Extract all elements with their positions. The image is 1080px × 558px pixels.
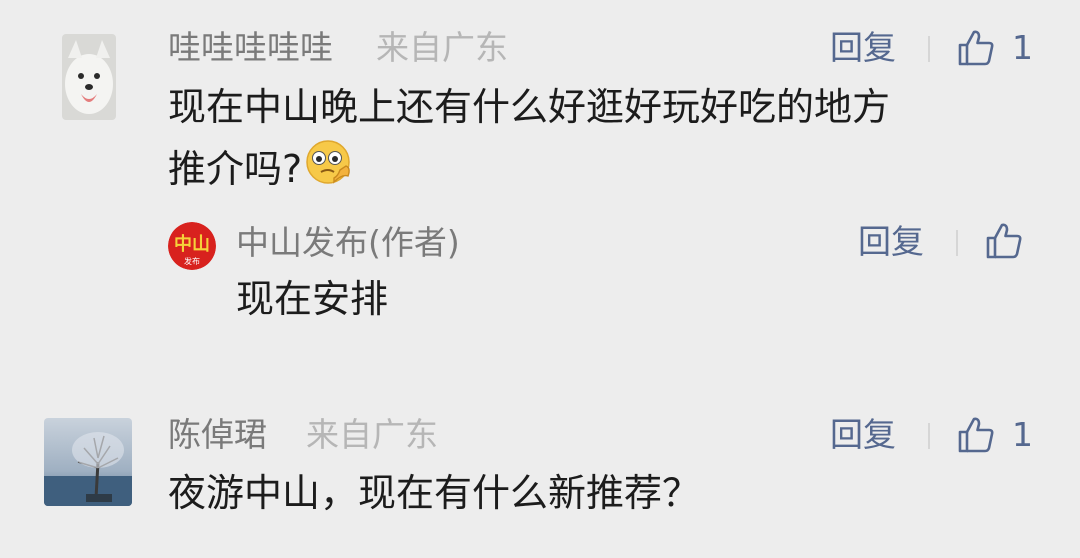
comment-text-line1: 现在中山晚上还有什么好逛好玩好吃的地方 <box>168 85 891 129</box>
like-button[interactable] <box>957 29 995 69</box>
reply-text: 现在安排 <box>236 277 389 321</box>
thumbs-up-icon <box>958 417 994 453</box>
comment-text: 推介吗? <box>168 147 303 191</box>
comment-text-line2: 推介吗? <box>168 138 354 200</box>
reply-button[interactable]: 回复 <box>830 418 896 451</box>
divider <box>928 36 930 62</box>
like-count: 1 <box>1012 415 1033 454</box>
author-avatar[interactable]: 中山 发布 <box>168 222 216 270</box>
like-count: 1 <box>1012 28 1033 67</box>
divider <box>956 230 958 256</box>
like-button[interactable] <box>985 222 1023 262</box>
thumbs-up-icon <box>986 223 1022 259</box>
reply-author[interactable]: 中山发布(作者) <box>236 226 460 259</box>
comment-author[interactable]: 哇哇哇哇哇 <box>168 31 333 64</box>
tree-avatar-icon <box>44 418 132 506</box>
reply-button[interactable]: 回复 <box>858 225 924 258</box>
comments-section: 哇哇哇哇哇 来自广东 回复 1 现在中山晚上还有什么好逛好玩好吃的地方 推介吗?… <box>0 0 1080 558</box>
avatar-tree[interactable] <box>44 418 132 506</box>
thinking-face-emoji-icon <box>306 140 350 184</box>
comment-text: 夜游中山，现在有什么新推荐？ <box>168 471 701 515</box>
comment-location: 来自广东 <box>376 28 508 67</box>
avatar-dog[interactable] <box>62 34 116 120</box>
like-button[interactable] <box>957 416 995 456</box>
reply-button[interactable]: 回复 <box>830 31 896 64</box>
logo-text: 中山 <box>174 233 210 255</box>
comment-author[interactable]: 陈倬珺 <box>168 418 267 451</box>
dog-avatar-icon <box>62 34 116 120</box>
logo-subtext: 发布 <box>184 256 200 266</box>
zhongshan-logo-icon: 中山 发布 <box>168 222 216 270</box>
thumbs-up-icon <box>958 30 994 66</box>
divider <box>928 423 930 449</box>
comment-location: 来自广东 <box>306 415 438 454</box>
